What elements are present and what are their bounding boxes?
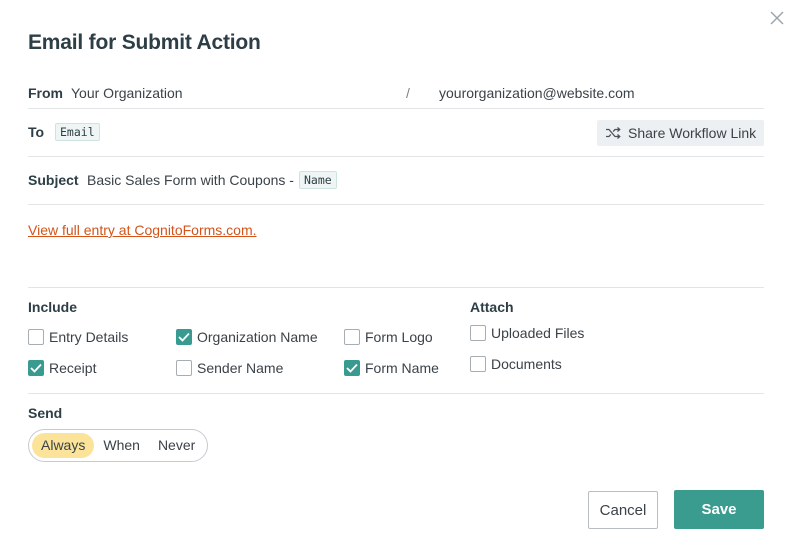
- checkbox-label: Uploaded Files: [491, 325, 585, 341]
- checkbox-box[interactable]: [344, 329, 360, 345]
- send-option-always[interactable]: Always: [32, 433, 95, 458]
- close-icon: [770, 11, 784, 25]
- send-segmented-control: Always When Never: [28, 429, 209, 462]
- checkbox-documents[interactable]: Documents: [470, 356, 562, 372]
- divider: [28, 156, 764, 157]
- checkbox-label: Documents: [491, 356, 562, 372]
- checkbox-label: Form Logo: [365, 329, 433, 345]
- send-option-when[interactable]: When: [94, 433, 149, 458]
- from-email-field[interactable]: yourorganization@website.com: [439, 85, 635, 101]
- checkbox-organization-name[interactable]: Organization Name: [176, 329, 318, 345]
- dialog-title: Email for Submit Action: [28, 31, 261, 54]
- save-button[interactable]: Save: [674, 490, 764, 529]
- checkbox-box[interactable]: [344, 360, 360, 376]
- checkbox-label: Sender Name: [197, 360, 284, 376]
- send-option-never[interactable]: Never: [149, 433, 204, 458]
- checkbox-label: Entry Details: [49, 329, 129, 345]
- close-button[interactable]: [767, 8, 787, 28]
- from-label: From: [28, 85, 63, 101]
- checkbox-uploaded-files[interactable]: Uploaded Files: [470, 325, 584, 341]
- checkbox-label: Form Name: [365, 360, 439, 376]
- include-label: Include: [28, 299, 78, 315]
- to-label: To: [28, 124, 45, 140]
- checkbox-box[interactable]: [470, 356, 486, 372]
- from-separator: /: [406, 85, 410, 101]
- shuffle-icon: [606, 127, 621, 139]
- share-workflow-link-button[interactable]: Share Workflow Link: [597, 120, 764, 146]
- checkbox-receipt[interactable]: Receipt: [28, 360, 96, 376]
- to-email-token[interactable]: Email: [55, 123, 100, 141]
- checkbox-label: Organization Name: [197, 329, 318, 345]
- checkbox-label: Receipt: [49, 360, 97, 376]
- checkbox-form-logo[interactable]: Form Logo: [344, 329, 433, 345]
- share-workflow-link-label: Share Workflow Link: [628, 125, 757, 141]
- checkbox-box[interactable]: [176, 360, 192, 376]
- check-icon: [178, 332, 190, 342]
- divider: [28, 204, 764, 205]
- view-entry-link[interactable]: View full entry at CognitoForms.com.: [28, 222, 257, 238]
- check-icon: [346, 363, 358, 373]
- check-icon: [30, 363, 42, 373]
- checkbox-box[interactable]: [470, 325, 486, 341]
- checkbox-box[interactable]: [28, 360, 44, 376]
- divider: [28, 393, 764, 394]
- checkbox-sender-name[interactable]: Sender Name: [176, 360, 283, 376]
- from-row: From Your Organization / yourorganizatio…: [28, 84, 764, 102]
- attach-label: Attach: [470, 299, 514, 315]
- cancel-button[interactable]: Cancel: [588, 491, 658, 529]
- checkbox-form-name[interactable]: Form Name: [344, 360, 439, 376]
- subject-text[interactable]: Basic Sales Form with Coupons -: [87, 172, 294, 188]
- subject-label: Subject: [28, 172, 79, 188]
- subject-row: Subject Basic Sales Form with Coupons - …: [28, 171, 764, 191]
- send-label: Send: [28, 405, 63, 421]
- checkbox-entry-details[interactable]: Entry Details: [28, 329, 128, 345]
- subject-name-token[interactable]: Name: [299, 171, 337, 189]
- divider: [28, 108, 764, 109]
- from-name-field[interactable]: Your Organization: [71, 85, 183, 101]
- checkbox-box[interactable]: [176, 329, 192, 345]
- divider: [28, 287, 764, 288]
- checkbox-box[interactable]: [28, 329, 44, 345]
